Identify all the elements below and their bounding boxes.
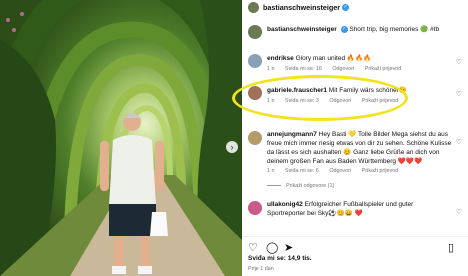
avatar[interactable] (248, 1, 259, 13)
comment-item: annejungmann7 Hey Basti 💛 Tolle Bilder M… (242, 128, 468, 190)
author-username[interactable]: bastianschweinsteiger (263, 3, 340, 12)
reply-button[interactable]: Odgovori (329, 98, 351, 104)
comment-username[interactable]: gabriele.frauscher1 (267, 87, 327, 94)
garden-arch-photo (0, 0, 242, 276)
translate-button[interactable]: Prikaži prijevod (362, 98, 399, 104)
post-side-panel: bastianschweinsteiger ✓ bastianschweinst… (242, 0, 468, 276)
comment-text-line: deinem großen Fan aus Baden Württemberg … (267, 158, 423, 165)
likes-count[interactable]: Sviđa mi se: 14,9 tis. (248, 255, 312, 262)
comment-likes[interactable]: Sviđa mi se: 16 (285, 66, 322, 72)
comment-username[interactable]: annejungmann7 (267, 131, 317, 138)
heart-icon[interactable]: ♡ (456, 208, 462, 216)
comment-text: Mit Family wärs schöner😉 (328, 87, 407, 94)
avatar[interactable] (248, 86, 262, 100)
comment-text-line: Hey Basti 💛 Tolle Bilder Mega siehst du … (318, 131, 449, 138)
comment-time: 1 n (267, 98, 275, 104)
instagram-post-view: › bastianschweinsteiger ✓ bastianschwein… (0, 0, 468, 276)
comment-text: Glory man united 🔥🔥🔥 (295, 55, 372, 62)
translate-button[interactable]: Prikaži prijevod (365, 66, 402, 72)
heart-icon[interactable]: ♡ (248, 241, 258, 254)
caption-username[interactable]: bastianschweinsteiger (267, 26, 337, 33)
heart-icon[interactable]: ♡ (456, 58, 462, 66)
avatar[interactable] (248, 131, 262, 145)
comment-time: 1 n (267, 168, 275, 174)
comment-time: 1 n (267, 66, 275, 72)
comment-item: ullakonig42 Erfolgreicher Fußballspieler… (242, 198, 468, 230)
caption: bastianschweinsteiger ✓ Short trip, big … (242, 22, 468, 44)
caption-text: Short trip, big memories 🟢 #tb (349, 26, 440, 33)
avatar[interactable] (248, 54, 262, 68)
reply-button[interactable]: Odgovori (329, 168, 351, 174)
post-photo: › (0, 0, 242, 276)
comment-item: endrikse Glory man united 🔥🔥🔥 1 n Sviđa … (242, 50, 468, 80)
bookmark-icon[interactable]: ▯ (448, 241, 454, 254)
view-replies-button[interactable]: Prikaži odgovore (1) (267, 183, 334, 189)
action-bar: ♡ ◯ ➤ ▯ (242, 236, 468, 254)
comment-text-line: Sportreporter bei Sky⚽😊😄 ❤️ (267, 210, 363, 217)
comment-text-line: freue mich immer riesig etwas von dir zu… (267, 140, 452, 147)
chevron-right-icon: › (230, 142, 234, 152)
avatar[interactable] (248, 201, 262, 215)
comment-text-line: da lässt es sich aushalten 😊 Ganz liebe … (267, 149, 440, 156)
comment-likes[interactable]: Sviđa mi se: 6 (285, 168, 319, 174)
share-icon[interactable]: ➤ (284, 241, 293, 254)
heart-icon[interactable]: ♡ (456, 90, 462, 98)
post-age: Prije 1 dan (248, 266, 274, 272)
comment-item: gabriele.frauscher1 Mit Family wärs schö… (242, 82, 468, 112)
comment-text-line: Erfolgreicher Fußballspieler und guter (304, 201, 414, 208)
comment-icon[interactable]: ◯ (266, 241, 278, 254)
heart-icon[interactable]: ♡ (456, 138, 462, 146)
comment-username[interactable]: ullakonig42 (267, 201, 303, 208)
verified-icon: ✓ (342, 3, 350, 11)
comment-username[interactable]: endrikse (267, 55, 294, 62)
next-photo-button[interactable]: › (226, 141, 238, 153)
verified-icon: ✓ (340, 25, 348, 33)
post-header: bastianschweinsteiger ✓ (242, 0, 468, 14)
translate-button[interactable]: Prikaži prijevod (362, 168, 399, 174)
reply-button[interactable]: Odgovori (332, 66, 354, 72)
comment-likes[interactable]: Sviđa mi se: 3 (285, 98, 319, 104)
avatar[interactable] (248, 25, 262, 39)
